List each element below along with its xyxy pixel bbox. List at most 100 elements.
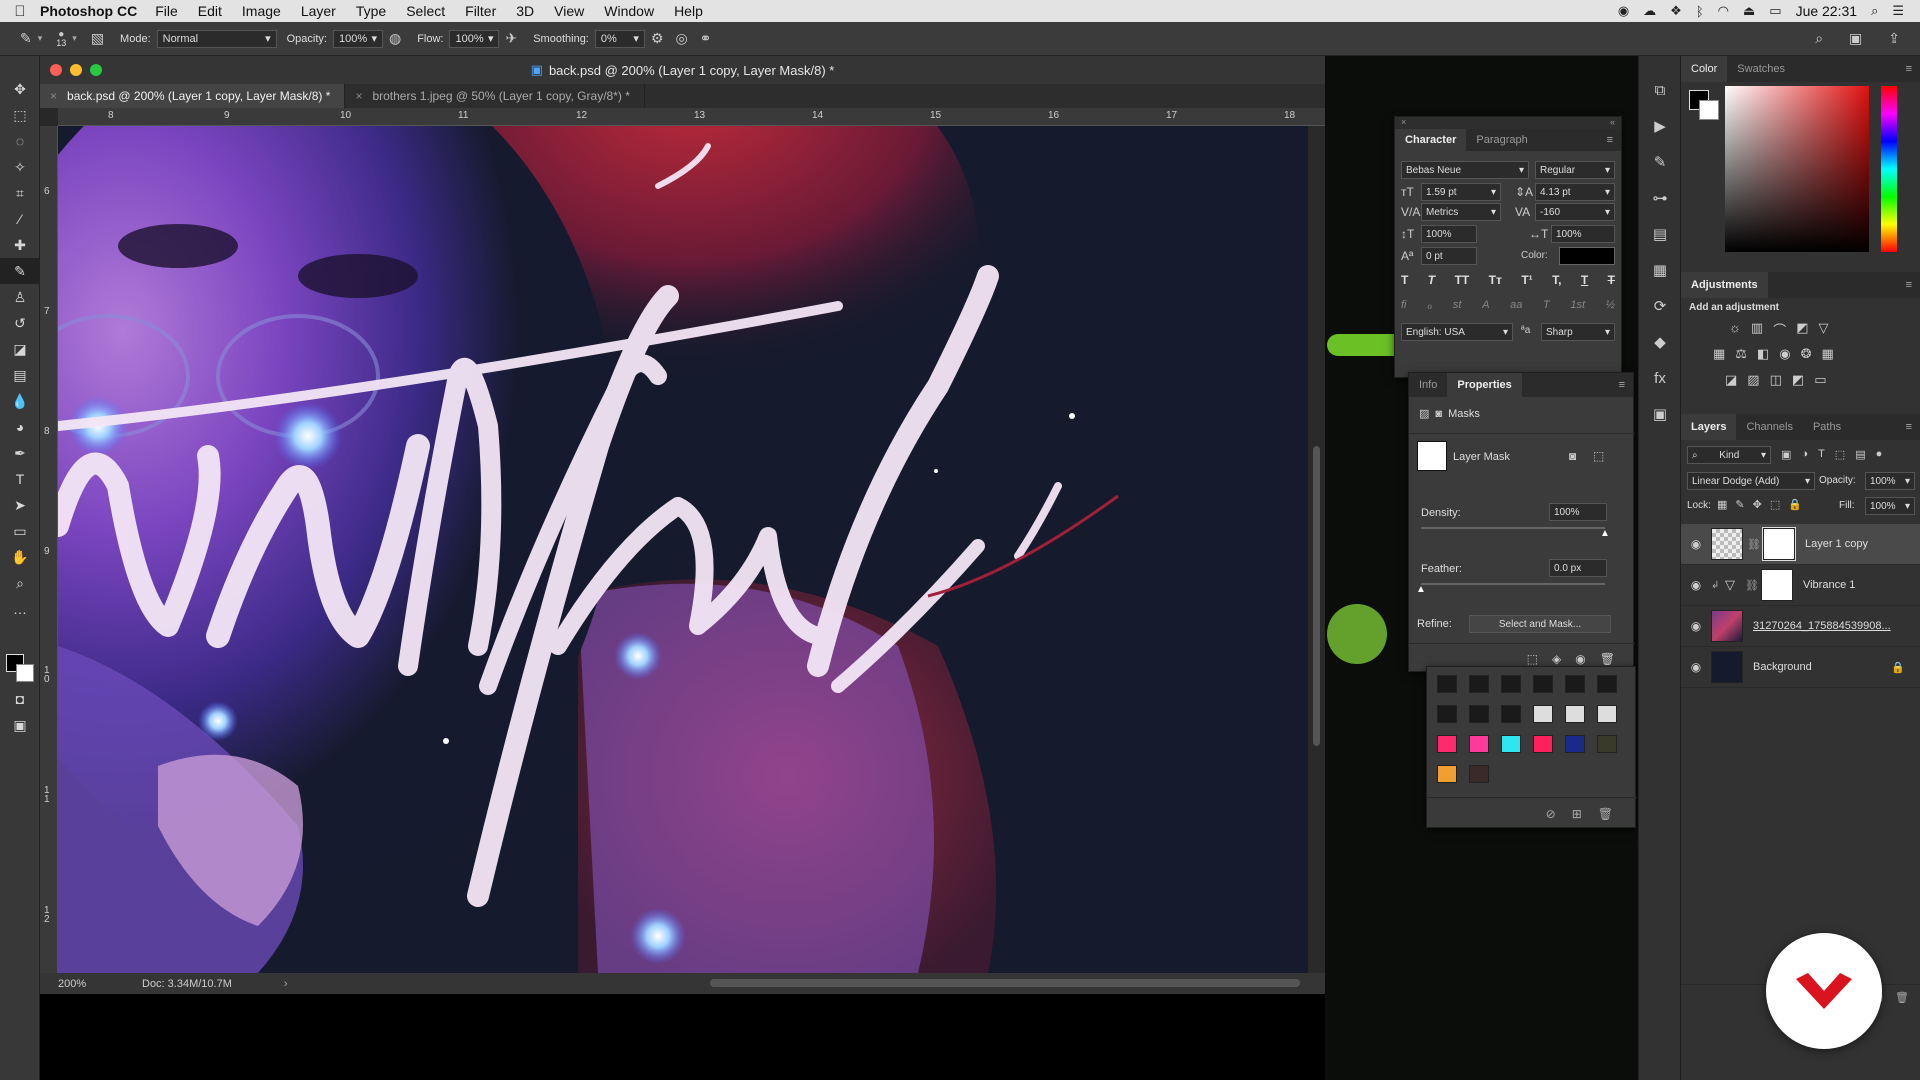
color-swatch[interactable] [1437,675,1457,693]
app-menu[interactable]: Photoshop CC [40,3,137,19]
color-swatch[interactable] [1533,675,1553,693]
eject-icon[interactable]: ⏏ [1743,3,1755,19]
hand-tool-icon[interactable]: ✋ [0,544,40,570]
workspace-switcher-icon[interactable]: ▣ [1849,30,1862,47]
delete-mask-trash-icon[interactable]: 🗑 [1600,652,1615,666]
wifi-icon[interactable]: ◠ [1718,3,1729,19]
shape-filter-icon[interactable]: ⬚ [1835,448,1845,461]
color-field[interactable] [1725,86,1869,252]
zoom-window-button[interactable] [90,64,102,76]
menu-3d[interactable]: 3D [516,3,534,19]
close-window-button[interactable] [50,64,62,76]
feather-slider[interactable]: ▲ [1416,583,1605,595]
superscript-button[interactable]: T¹ [1521,273,1532,287]
pixel-filter-icon[interactable]: ▣ [1781,448,1791,461]
vector-mask-icon[interactable]: ◙ [1435,408,1442,420]
preset-dropdown-icon[interactable]: ▾ [38,33,43,44]
minimize-window-button[interactable] [70,64,82,76]
gradient-map-icon[interactable]: ▭ [1814,372,1826,388]
hue-saturation-icon[interactable]: ▦ [1713,346,1725,362]
color-swatch[interactable] [1469,675,1489,693]
panel-drag-bar[interactable]: × « [1395,117,1621,129]
feather-slider-handle[interactable]: ▲ [1416,585,1426,595]
layer-row-photo[interactable]: ◉ 31270264_175884539908... [1681,606,1920,647]
select-pixel-mask-icon[interactable]: ◙ [1569,449,1576,463]
menu-help[interactable]: Help [674,3,703,19]
symmetry-icon[interactable]: ⚭ [700,30,712,47]
layer-opacity-input[interactable]: 100% ▾ [1865,472,1915,490]
vibrance-icon[interactable]: ▽ [1819,320,1829,339]
panel-menu-icon[interactable]: ≡ [1906,279,1912,291]
color-swatch[interactable] [1437,705,1457,723]
load-selection-icon[interactable]: ⬚ [1527,652,1538,666]
visibility-eye-icon[interactable]: ◉ [1681,578,1711,592]
select-and-mask-button[interactable]: Select and Mask... [1469,615,1611,633]
adjust-panel-icon[interactable]: ⊶ [1639,180,1681,216]
menu-window[interactable]: Window [604,3,654,19]
spotlight-search-icon[interactable]: ⌕ [1871,3,1878,19]
filter-kind-select[interactable]: ⌕ Kind ▾ [1687,446,1771,464]
stylistic-alternates-button[interactable]: aa [1510,299,1522,312]
color-swatch[interactable] [1565,735,1585,753]
invert-icon[interactable]: ◪ [1725,372,1737,388]
blend-mode-select[interactable]: Linear Dodge (Add) ▾ [1687,472,1815,490]
color-swatch[interactable] [1469,735,1489,753]
lasso-tool-icon[interactable]: ◌ [0,128,40,154]
plugin-panel-icon[interactable]: ▣ [1639,396,1681,432]
curves-icon[interactable]: ⌒ [1773,320,1786,339]
path-selection-tool-icon[interactable]: ➤ [0,492,40,518]
faux-bold-button[interactable]: T [1401,273,1408,287]
history-panel-icon[interactable]: ⧉ [1639,72,1681,108]
tab-paths[interactable]: Paths [1803,414,1851,440]
subscript-button[interactable]: T, [1552,273,1561,287]
navigator-panel-icon[interactable]: ◆ [1639,324,1681,360]
magic-wand-tool-icon[interactable]: ✧ [0,154,40,180]
actions-panel-icon[interactable]: ▶ [1639,108,1681,144]
lock-image-icon[interactable]: ✎ [1735,498,1744,511]
feather-input[interactable]: 0.0 px [1549,559,1607,577]
faux-italic-button[interactable]: T [1428,273,1435,287]
tab-info[interactable]: Info [1409,373,1447,397]
kerning-select[interactable]: Metrics ▾ [1421,203,1501,221]
tab-paragraph[interactable]: Paragraph [1466,129,1537,151]
add-vector-mask-icon[interactable]: ⬚ [1593,449,1604,463]
selective-color-icon[interactable]: ◩ [1792,372,1804,388]
layer-row-layer-1-copy[interactable]: ◉ ⛓ Layer 1 copy [1681,524,1920,565]
tab-layers[interactable]: Layers [1681,414,1737,440]
filter-toggle-icon[interactable]: ● [1876,448,1883,461]
visibility-eye-icon[interactable]: ◉ [1681,660,1711,674]
photo-filter-icon[interactable]: ◉ [1779,346,1790,362]
pressure-size-icon[interactable]: ◎ [675,30,687,47]
tab-brothers-jpeg[interactable]: × brothers 1.jpeg @ 50% (Layer 1 copy, G… [345,84,645,108]
close-panel-icon[interactable]: × [1401,117,1406,129]
color-swatch[interactable] [1501,705,1521,723]
leading-input[interactable]: 4.13 pt ▾ [1535,183,1615,201]
eraser-tool-icon[interactable]: ◪ [0,336,40,362]
color-swatch[interactable] [1469,765,1489,783]
background-color-chip[interactable] [1699,100,1719,120]
pen-tool-icon[interactable]: ✒ [0,440,40,466]
underline-button[interactable]: T [1581,273,1588,287]
search-icon[interactable]: ⌕ [1815,30,1823,47]
font-size-input[interactable]: 1.59 pt ▾ [1421,183,1501,201]
creative-cloud-icon[interactable]: ☁ [1643,3,1656,19]
3d-panel-icon[interactable]: ⟳ [1639,288,1681,324]
menu-filter[interactable]: Filter [465,3,496,19]
posterize-icon[interactable]: ▨ [1747,372,1759,388]
zoom-tool-icon[interactable]: ⌕ [0,570,40,596]
close-tab-icon[interactable]: × [50,89,57,103]
adjustments-title[interactable]: Adjustments [1681,272,1768,298]
horizontal-scrollbar-thumb[interactable] [710,979,1300,987]
menu-image[interactable]: Image [242,3,281,19]
color-balance-icon[interactable]: ⚖ [1735,346,1747,362]
exposure-icon[interactable]: ◩ [1796,320,1808,339]
color-swatch[interactable] [1533,735,1553,753]
levels-icon[interactable]: ▥ [1751,320,1763,339]
contextual-alternates-button[interactable]: ℴ [1427,299,1432,312]
brush-settings-icon[interactable]: ▧ [91,30,104,47]
new-swatch-icon[interactable]: ⊞ [1572,807,1582,821]
close-tab-icon[interactable]: × [355,89,362,103]
record-icon[interactable]: ◉ [1618,3,1629,19]
brush-tool-preset-icon[interactable]: ✎ [20,30,32,47]
delete-layer-trash-icon[interactable]: 🗑 [1895,991,1909,1004]
